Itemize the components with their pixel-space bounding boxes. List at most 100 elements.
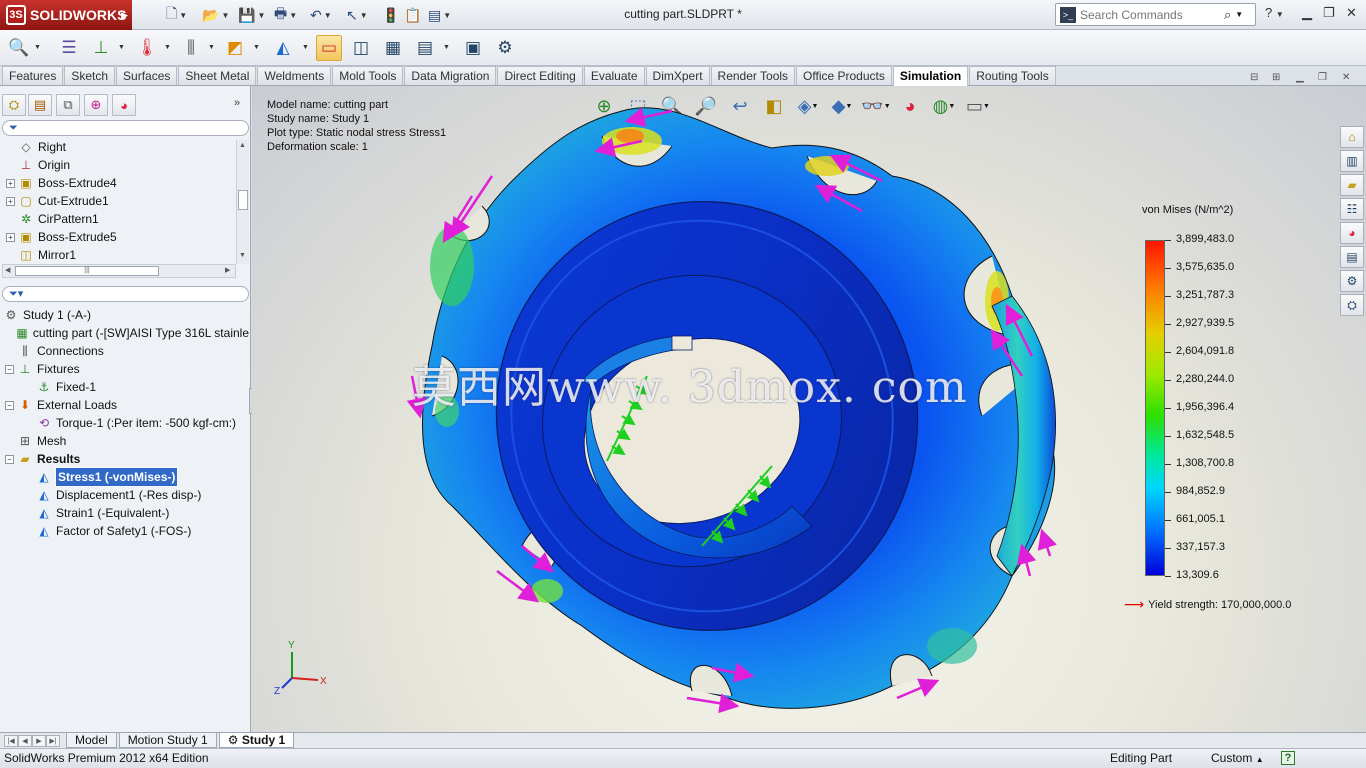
feature-tree-horizontal-scrollbar[interactable]: ◀ ||| ▶ [2, 264, 236, 278]
tab-simulation[interactable]: Simulation [892, 66, 969, 86]
chevron-down-icon[interactable]: ▼ [34, 44, 41, 51]
simulation-options-button[interactable]: ⚙ [492, 35, 518, 61]
chevron-down-icon[interactable]: ▼ [164, 44, 171, 51]
tab-sheet-metal[interactable]: Sheet Metal [178, 66, 257, 85]
expand-icon[interactable]: + [6, 196, 15, 206]
custom-properties-tab[interactable]: ▤ [1340, 246, 1364, 268]
feature-tree-vertical-scrollbar[interactable]: ▲ ▼ [236, 140, 249, 264]
feature-tree-item[interactable]: + ▣ Boss-Extrude4 [0, 174, 236, 192]
feature-tree-item[interactable]: + ▣ Boss-Extrude5 [0, 228, 236, 246]
expand-icon[interactable]: + [6, 232, 15, 242]
tile-horizontal-icon[interactable]: ⊟ [1250, 72, 1258, 83]
design-study-button[interactable]: ▦ [380, 35, 406, 61]
deformed-result-button[interactable]: ▭ [316, 35, 342, 61]
study-tree-item[interactable]: ⫼ Connections [0, 342, 249, 360]
next-tab-icon[interactable]: ▶ [32, 734, 46, 747]
study-tree-filter[interactable]: ⏷▾ [2, 286, 249, 302]
thermal-button[interactable]: 🌡 [134, 35, 160, 61]
tab-weldments[interactable]: Weldments [257, 66, 332, 85]
print-button[interactable]: 🖶 ▼ [274, 5, 297, 25]
tile-vertical-icon[interactable]: ⊞ [1272, 72, 1280, 83]
study-tree-item[interactable]: ◭ Stress1 (-vonMises-) [0, 467, 249, 487]
propertymanager-tab[interactable]: ▤ [28, 94, 52, 116]
chevron-down-icon[interactable]: ▼ [118, 44, 125, 51]
chevron-down-icon[interactable]: ▼ [302, 44, 309, 51]
dimxpertmanager-tab[interactable]: ⊕ [84, 94, 108, 116]
study-tree-item[interactable]: ◭ Factor of Safety1 (-FOS-) [0, 522, 249, 540]
solidworks-menu-button[interactable]: 3S SOLIDWORKS ▶ [0, 0, 132, 30]
study-tree-item[interactable]: ⚓ Fixed-1 [0, 378, 249, 396]
previous-tab-icon[interactable]: ◀ [18, 734, 32, 747]
study-tree-button[interactable]: ☰ [56, 35, 82, 61]
feature-tree-item[interactable]: ✲ CirPattern1 [0, 210, 236, 228]
minimize-button[interactable]: ▁ [1302, 5, 1312, 21]
save-button[interactable]: 💾 ▼ [238, 5, 265, 25]
feature-tree-item[interactable]: ⊥ Origin [0, 156, 236, 174]
displaymanager-tab[interactable]: ◕ [112, 94, 136, 116]
scroll-right-icon[interactable]: ▶ [225, 266, 230, 274]
collapse-icon[interactable]: − [5, 400, 14, 410]
options-button[interactable]: ▤ ▼ [428, 5, 451, 25]
doc-restore-icon[interactable]: ❐ [1318, 72, 1327, 83]
open-button[interactable]: 📂 ▼ [202, 5, 229, 25]
doc-close-icon[interactable]: ✕ [1342, 72, 1350, 83]
tab-render-tools[interactable]: Render Tools [710, 66, 796, 85]
study-tree-item[interactable]: ◭ Strain1 (-Equivalent-) [0, 504, 249, 522]
report-button[interactable]: ▤ [412, 35, 438, 61]
compare-results-button[interactable]: ◫ [348, 35, 374, 61]
scroll-down-icon[interactable]: ▼ [239, 252, 246, 259]
featuremanager-tab[interactable]: ⛭ [2, 94, 26, 116]
tab-evaluate[interactable]: Evaluate [583, 66, 645, 85]
design-library-tab[interactable]: ▥ [1340, 150, 1364, 172]
collapse-icon[interactable]: − [5, 364, 14, 374]
feature-tree-item[interactable]: ◇ Right [0, 138, 236, 156]
restore-button[interactable]: ❐ [1323, 5, 1335, 21]
scroll-thumb[interactable]: ||| [15, 266, 159, 276]
sustainability-tab[interactable]: ⛭ [1340, 294, 1364, 316]
new-document-button[interactable]: 🗋 ▼ [166, 5, 187, 25]
include-image-button[interactable]: ▣ [460, 35, 486, 61]
file-explorer-tab[interactable]: ▰ [1340, 174, 1364, 196]
study-tree-item[interactable]: − ▰ Results [0, 450, 249, 468]
collapse-icon[interactable]: − [5, 454, 14, 464]
feature-tree-item[interactable]: ◫ Mirror1 [0, 246, 236, 264]
study-tree-item[interactable]: ◭ Displacement1 (-Res disp-) [0, 486, 249, 504]
undo-button[interactable]: ↶ ▼ [310, 5, 332, 25]
tab-routing-tools[interactable]: Routing Tools [969, 66, 1056, 85]
appearances-tab[interactable]: ◕ [1340, 222, 1364, 244]
tab-data-migration[interactable]: Data Migration [404, 66, 497, 85]
solidworks-resources-tab[interactable]: ⌂ [1340, 126, 1364, 148]
unit-system-dropdown[interactable]: Custom ▲ [1211, 749, 1264, 768]
help-button[interactable]: ? ▼ [1265, 5, 1284, 20]
tab-office-products[interactable]: Office Products [796, 66, 892, 85]
doc-minimize-icon[interactable]: ▁ [1296, 72, 1304, 83]
search-commands-box[interactable]: >_ ⌕ ▼ [1055, 3, 1256, 26]
first-tab-icon[interactable]: |◀ [4, 734, 18, 747]
sheet-tab-model[interactable]: Model [66, 733, 117, 748]
study-advisor-button[interactable]: 🔍 [6, 35, 32, 61]
tab-direct-editing[interactable]: Direct Editing [497, 66, 583, 85]
study-root[interactable]: ⚙ Study 1 (-A-) [0, 306, 249, 324]
file-properties-button[interactable]: 📋 [404, 5, 421, 25]
scroll-thumb[interactable] [238, 190, 248, 210]
sheet-tab-motion-study-1[interactable]: Motion Study 1 [118, 733, 217, 748]
connections-advisor-button[interactable]: ⫼ [178, 35, 204, 61]
study-tree-item[interactable]: − ⬇ External Loads [0, 396, 249, 414]
search-tab[interactable]: ☷ [1340, 198, 1364, 220]
chevron-down-icon[interactable]: ▼ [443, 44, 450, 51]
tab-dimxpert[interactable]: DimXpert [645, 66, 710, 85]
study-tree-item[interactable]: ⟲ Torque-1 (:Per item: -500 kgf-cm:) [0, 414, 249, 432]
tab-mold-tools[interactable]: Mold Tools [332, 66, 404, 85]
simulation-tab[interactable]: ⚙ [1340, 270, 1364, 292]
study-tree-item[interactable]: − ⊥ Fixtures [0, 360, 249, 378]
feature-tree-filter[interactable]: ⏷ [2, 120, 249, 136]
search-icon[interactable]: ⌕ [1224, 7, 1231, 23]
feature-tree-item[interactable]: + ▢ Cut-Extrude1 [0, 192, 236, 210]
sheet-tab-study-1[interactable]: ⚙ Study 1 [218, 733, 295, 748]
select-button[interactable]: ↖ ▼ [346, 5, 368, 25]
tab-features[interactable]: Features [2, 66, 64, 85]
fixtures-advisor-button[interactable]: ⊥ [88, 35, 114, 61]
graphics-area[interactable]: Model name: cutting part Study name: Stu… [252, 86, 1366, 732]
quick-tips-button[interactable]: ? [1281, 751, 1295, 765]
search-input[interactable] [1080, 7, 1220, 22]
